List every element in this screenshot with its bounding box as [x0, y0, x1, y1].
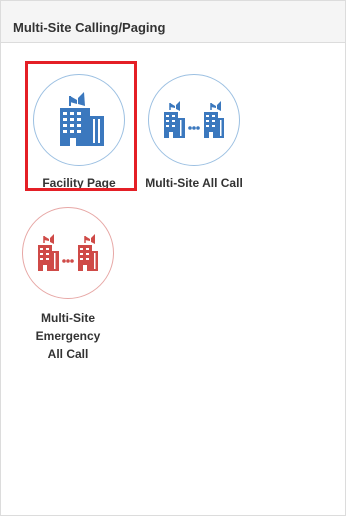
panel-title: Multi-Site Calling/Paging	[1, 1, 345, 43]
multi-site-paging-panel: Multi-Site Calling/Paging Facility Page …	[0, 0, 346, 516]
multi-site-emergency-all-call-tile[interactable]: Multi-Site Emergency All Call	[11, 207, 125, 363]
multi-building-emergency-icon	[38, 234, 98, 271]
multi-site-all-call-label: Multi-Site All Call	[145, 176, 243, 190]
multi-building-icon	[164, 101, 224, 138]
label-line: Emergency	[35, 329, 101, 343]
multi-site-all-call-circle[interactable]	[148, 74, 240, 166]
multi-site-emergency-all-call-label: Multi-Site Emergency All Call	[11, 309, 125, 363]
label-line: All Call	[47, 347, 89, 361]
multi-site-all-call-tile[interactable]: Multi-Site All Call	[137, 74, 251, 192]
selection-highlight	[25, 61, 137, 191]
label-line: Multi-Site	[41, 311, 95, 325]
multi-site-emergency-all-call-circle[interactable]	[22, 207, 114, 299]
